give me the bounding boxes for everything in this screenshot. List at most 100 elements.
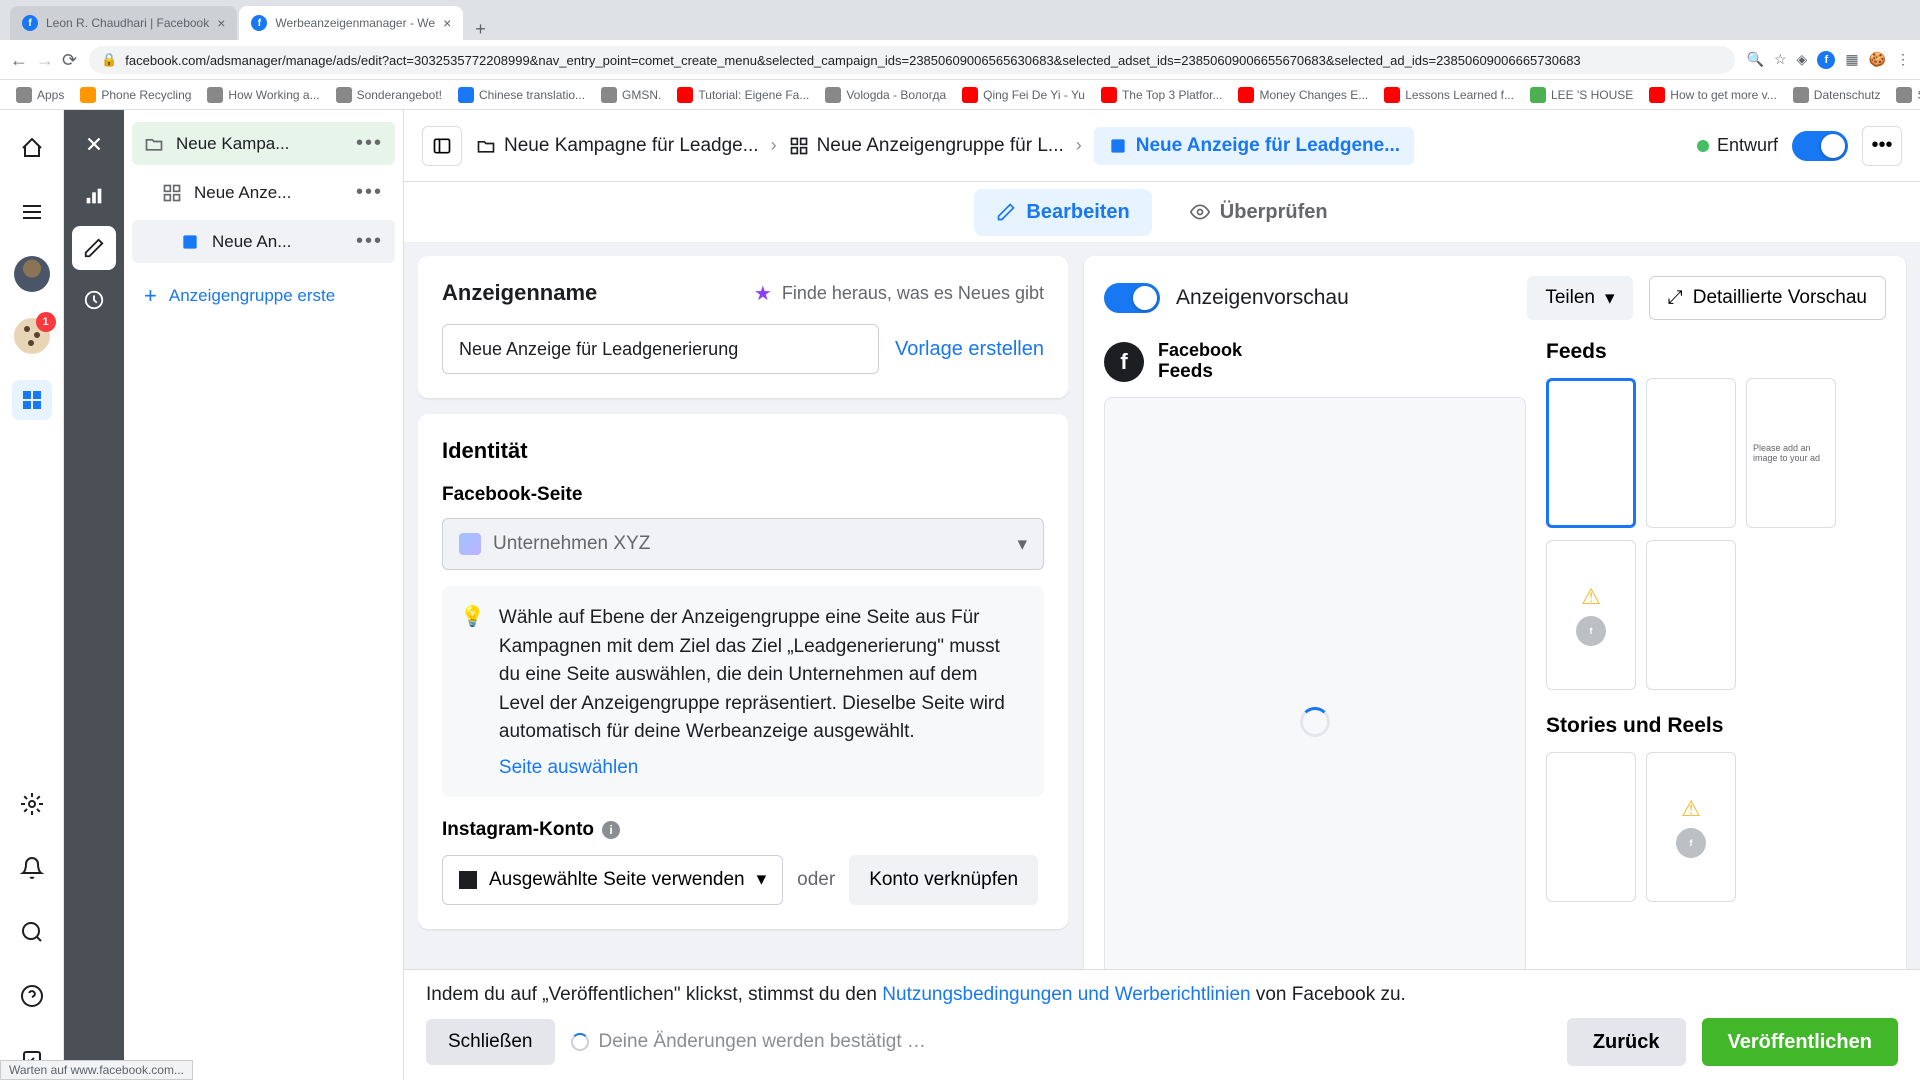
info-icon[interactable]: i xyxy=(602,821,620,839)
more-icon[interactable]: ⋮ xyxy=(1896,51,1910,69)
bookmark-icon xyxy=(80,87,96,103)
url-text: facebook.com/adsmanager/manage/ads/edit?… xyxy=(125,53,1580,68)
share-button[interactable]: Teilen ▾ xyxy=(1527,276,1632,320)
cookie-ext-icon[interactable]: 🍪 xyxy=(1869,51,1886,69)
ig-select[interactable]: Ausgewählte Seite verwenden ▾ xyxy=(442,855,783,905)
placement-thumb[interactable] xyxy=(1546,752,1636,902)
placement-thumb[interactable]: Please add an image to your ad xyxy=(1746,378,1836,528)
bookmark[interactable]: Vologda - Вологда xyxy=(819,83,952,107)
publish-button[interactable]: Veröffentlichen xyxy=(1702,1018,1898,1066)
terms-link[interactable]: Nutzungsbedingungen und Werberichtlinien xyxy=(882,984,1250,1005)
bookmark[interactable]: The Top 3 Platfor... xyxy=(1095,83,1229,107)
reload-icon[interactable]: ⟳ xyxy=(62,50,77,71)
browser-tab-1[interactable]: f Leon R. Chaudhari | Facebook × xyxy=(10,6,237,40)
bookmark[interactable]: How to get more v... xyxy=(1643,83,1782,107)
tab-title: Leon R. Chaudhari | Facebook xyxy=(46,16,209,30)
bookmark[interactable]: GMSN. xyxy=(595,83,667,107)
ad-icon xyxy=(1108,136,1128,156)
fb-page-select[interactable]: Unternehmen XYZ ▾ xyxy=(442,518,1044,570)
history-icon[interactable] xyxy=(72,278,116,322)
placement-thumb[interactable] xyxy=(1646,378,1736,528)
cookie-icon[interactable]: 1 xyxy=(12,316,52,356)
placement-thumb[interactable] xyxy=(1646,540,1736,690)
placement-thumb[interactable] xyxy=(1546,378,1636,528)
notifications-icon[interactable] xyxy=(12,848,52,888)
bookmark[interactable]: How Working a... xyxy=(201,83,325,107)
ads-manager-icon[interactable] xyxy=(12,380,52,420)
footer-disclaimer: Indem du auf „Veröffentlichen" klickst, … xyxy=(426,984,1898,1006)
edit-tool-button[interactable] xyxy=(72,226,116,270)
back-button[interactable]: Zurück xyxy=(1567,1018,1686,1066)
bookmark[interactable]: LEE 'S HOUSE xyxy=(1524,83,1639,107)
editor-body: Anzeigenname ★ Finde heraus, was es Neue… xyxy=(404,242,1920,1080)
forward-arrow-icon[interactable]: → xyxy=(36,50,54,71)
pencil-icon xyxy=(996,202,1016,222)
preview-body: f Facebook Feeds Feeds xyxy=(1104,340,1886,1046)
help-icon[interactable] xyxy=(12,976,52,1016)
settings-icon[interactable] xyxy=(12,784,52,824)
close-icon[interactable]: × xyxy=(217,15,225,31)
tree-campaign[interactable]: Neue Kampa... ••• xyxy=(132,122,395,165)
bookmark[interactable]: Datenschutz xyxy=(1787,83,1887,107)
placement-thumb[interactable]: ⚠ f xyxy=(1646,752,1736,902)
bookmark[interactable]: Money Changes E... xyxy=(1232,83,1374,107)
new-tab-button[interactable]: + xyxy=(465,19,496,40)
preview-placements: Feeds Please add an image to your ad ⚠ f xyxy=(1546,340,1886,1046)
bookmark[interactable]: Student Wants an... xyxy=(1890,83,1920,107)
tree-ad[interactable]: Neue An... ••• xyxy=(132,220,395,263)
ad-toggle[interactable] xyxy=(1792,131,1848,161)
more-icon[interactable]: ••• xyxy=(356,230,383,253)
search-icon[interactable] xyxy=(12,912,52,952)
footer: Indem du auf „Veröffentlichen" klickst, … xyxy=(404,969,1920,1080)
menu-icon[interactable] xyxy=(12,192,52,232)
close-button[interactable]: Schließen xyxy=(426,1019,555,1065)
facebook-icon: f xyxy=(1104,342,1144,382)
bookmark[interactable]: Tutorial: Eigene Fa... xyxy=(671,83,815,107)
select-page-link[interactable]: Seite auswählen xyxy=(499,757,1026,779)
grid-icon xyxy=(789,136,809,156)
create-template-button[interactable]: Vorlage erstellen xyxy=(895,338,1044,361)
more-icon[interactable]: ••• xyxy=(356,181,383,204)
more-icon[interactable]: ••• xyxy=(356,132,383,155)
placement-thumb[interactable]: ⚠ f xyxy=(1546,540,1636,690)
close-icon[interactable]: × xyxy=(443,15,451,31)
tab-bar: f Leon R. Chaudhari | Facebook × f Werbe… xyxy=(0,0,1920,40)
bookmark[interactable]: Lessons Learned f... xyxy=(1378,83,1520,107)
address-bar[interactable]: 🔒 facebook.com/adsmanager/manage/ads/edi… xyxy=(89,46,1734,74)
extension-icon[interactable]: ▦ xyxy=(1845,51,1858,69)
browser-tab-2[interactable]: f Werbeanzeigenmanager - We × xyxy=(239,6,463,40)
card-title: Anzeigenname xyxy=(442,280,597,306)
tree-adset[interactable]: Neue Anze... ••• xyxy=(132,171,395,214)
detailed-preview-button[interactable]: ⤢ Detaillierte Vorschau xyxy=(1649,276,1886,320)
breadcrumb-campaign[interactable]: Neue Kampagne für Leadge... xyxy=(476,135,759,157)
add-label: Anzeigengruppe erste xyxy=(169,286,335,306)
tab-review[interactable]: Überprüfen xyxy=(1168,189,1350,236)
star-icon[interactable]: ☆ xyxy=(1774,51,1787,69)
search-icon[interactable]: 🔍 xyxy=(1747,51,1764,69)
bookmark[interactable]: Qing Fei De Yi - Yu xyxy=(956,83,1091,107)
breadcrumb-ad[interactable]: Neue Anzeige für Leadgene... xyxy=(1094,127,1414,165)
home-icon[interactable] xyxy=(12,128,52,168)
avatar[interactable] xyxy=(14,256,50,292)
bookmark-apps[interactable]: Apps xyxy=(10,83,70,107)
ad-name-input[interactable] xyxy=(442,324,879,374)
bookmark[interactable]: Chinese translatio... xyxy=(452,83,591,107)
breadcrumb-adset[interactable]: Neue Anzeigengruppe für L... xyxy=(789,135,1064,157)
chart-icon[interactable] xyxy=(72,174,116,218)
back-arrow-icon[interactable]: ← xyxy=(10,50,28,71)
facebook-ext-icon[interactable]: f xyxy=(1817,51,1835,69)
whats-new-link[interactable]: ★ Finde heraus, was es Neues gibt xyxy=(754,281,1044,306)
collapse-sidebar-button[interactable] xyxy=(422,126,462,166)
preview-toggle[interactable] xyxy=(1104,283,1160,313)
more-button[interactable]: ••• xyxy=(1862,126,1902,166)
stories-title: Stories und Reels xyxy=(1546,714,1886,738)
add-adset-button[interactable]: + Anzeigengruppe erste xyxy=(132,269,395,323)
close-editor-button[interactable] xyxy=(72,122,116,166)
extension-icon[interactable]: ◈ xyxy=(1797,51,1808,69)
bookmark[interactable]: Phone Recycling xyxy=(74,83,197,107)
status-dot-icon xyxy=(1697,140,1709,152)
bookmark[interactable]: Sonderangebot! xyxy=(330,83,448,107)
bookmark-icon xyxy=(1649,87,1665,103)
connect-account-button[interactable]: Konto verknüpfen xyxy=(849,855,1038,905)
tab-edit[interactable]: Bearbeiten xyxy=(974,189,1151,236)
